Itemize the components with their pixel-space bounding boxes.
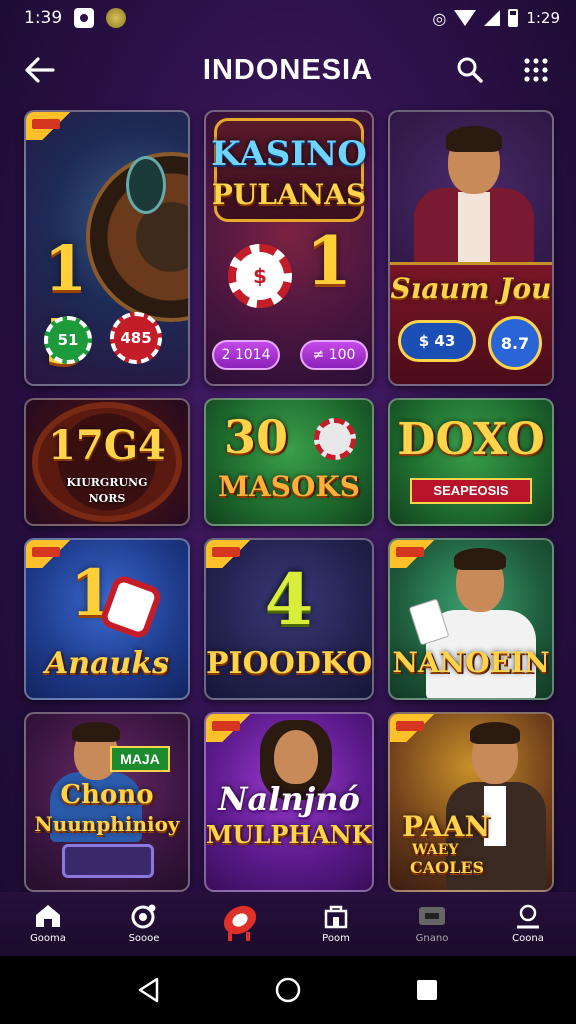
tile-title: Sıaum Jou xyxy=(390,272,552,305)
game-tile[interactable]: 1 Anauks xyxy=(24,538,190,700)
system-home-button[interactable] xyxy=(264,966,312,1014)
tile-subtitle: WAEY xyxy=(412,842,459,858)
profile-icon xyxy=(512,902,544,930)
home-icon xyxy=(32,902,64,930)
tile-title: Nalnjnó xyxy=(218,780,360,818)
status-bar: 1:39 ◎ 1:29 xyxy=(0,0,576,36)
tile-title: KASINO xyxy=(211,134,367,174)
roulette-icon xyxy=(220,902,260,942)
arrow-left-icon xyxy=(25,57,55,83)
game-tile[interactable]: 17G4 KIURGRUNG NORS xyxy=(24,398,190,526)
tile-subtitle: MULPHANK xyxy=(206,820,373,849)
system-recents-button[interactable] xyxy=(403,966,451,1014)
wallet-icon xyxy=(416,902,448,930)
nav-label: Gnano xyxy=(415,933,449,944)
blue-chip: 8.7 xyxy=(488,316,542,370)
bet-pill[interactable]: ≠ 100 xyxy=(300,340,368,370)
tile-big-number: 1 xyxy=(306,222,352,300)
tile-subtitle: KIURGRUNG xyxy=(66,476,148,489)
shop-icon xyxy=(320,902,352,930)
green-chip: 51 xyxy=(44,316,92,364)
tile-subtitle: PIOODKO xyxy=(206,646,373,681)
game-tile[interactable]: KASINO PULANAS $ 1 2 1014 ≠ 100 xyxy=(204,110,374,386)
nav-item-profile[interactable]: Coona xyxy=(488,902,568,944)
square-recents-icon xyxy=(416,980,437,1000)
bet-pill[interactable]: 2 1014 xyxy=(212,340,280,370)
red-chip: 485 xyxy=(110,312,162,364)
wifi-icon xyxy=(454,10,477,26)
game-tile[interactable]: 30 MASOKS xyxy=(204,398,374,526)
back-button[interactable] xyxy=(20,50,60,90)
battery-text: 1:29 xyxy=(526,9,560,27)
game-tile[interactable]: Nalnjnó MULPHANK xyxy=(204,712,374,892)
dealer-graphic xyxy=(404,122,544,288)
poker-chip-graphic xyxy=(314,418,356,460)
notification-icon xyxy=(74,8,95,28)
tile-subtitle: SEAPEOSIS xyxy=(433,483,509,498)
hot-badge xyxy=(26,112,72,140)
tile-subtitle: MASOKS xyxy=(218,470,360,503)
signal-icon xyxy=(484,10,501,26)
tile-subtitle: Anauks xyxy=(44,646,169,681)
status-time: 1:39 xyxy=(24,8,63,28)
game-tile[interactable]: MAJA Chono Nuunphinioy xyxy=(24,712,190,892)
tile-title: DOXO xyxy=(397,414,545,465)
hot-badge xyxy=(390,714,436,742)
nav-label: Poom xyxy=(322,933,350,944)
nav-item-wallet[interactable]: Gnano xyxy=(392,902,472,944)
nav-label: Soooe xyxy=(128,933,160,944)
search-button[interactable] xyxy=(450,50,490,90)
nav-item-roulette[interactable] xyxy=(200,902,280,945)
coin-notification-icon xyxy=(106,8,127,28)
tile-subtitle: PULANAS xyxy=(211,178,367,211)
system-nav-bar xyxy=(0,956,576,1024)
hot-badge xyxy=(26,540,72,568)
bottom-nav: Gooma Soooe Poom Gnano Coona xyxy=(0,892,576,956)
triangle-back-icon xyxy=(139,977,159,1003)
tile-subtitle: Nuunphinioy xyxy=(34,812,180,836)
grid-menu-icon xyxy=(524,58,548,82)
tile-title: Chono xyxy=(60,780,154,810)
nav-item-chips[interactable]: Soooe xyxy=(104,902,184,944)
badge-sign: MAJA xyxy=(110,746,170,772)
tile-subtitle-2: NORS xyxy=(88,492,126,505)
game-tile[interactable]: PAAN WAEY CAOLES xyxy=(388,712,554,892)
tile-title: NANOEIN xyxy=(392,646,550,679)
battery-icon xyxy=(508,9,519,27)
game-tile[interactable]: 4 PIOODKO xyxy=(204,538,374,700)
nav-label: Coona xyxy=(512,933,544,944)
nav-item-home[interactable]: Gooma xyxy=(8,902,88,944)
app-header: INDONESIA xyxy=(0,36,576,104)
nav-item-shop[interactable]: Poom xyxy=(296,902,376,944)
search-icon xyxy=(457,57,483,83)
game-tile[interactable]: DOXO SEAPEOSIS xyxy=(388,398,554,526)
blue-chip: $ 43 xyxy=(398,320,476,362)
tile-title: PAAN xyxy=(402,810,491,843)
game-grid: 1 5 51 485 KASINO PULANAS $ 1 2 1014 ≠ 1… xyxy=(24,110,554,892)
tile-title: 17G4 xyxy=(48,422,166,469)
game-tile[interactable]: NANOEIN xyxy=(388,538,554,700)
menu-grid-button[interactable] xyxy=(516,50,556,90)
game-tile[interactable]: Sıaum Jou $ 43 8.7 xyxy=(388,110,554,386)
game-tile[interactable]: 1 5 51 485 xyxy=(24,110,190,386)
tile-subtitle-2: CAOLES xyxy=(410,858,485,877)
alarm-icon: ◎ xyxy=(432,8,447,28)
chip-tray-graphic xyxy=(62,844,154,878)
chip-graphic xyxy=(126,156,166,214)
poker-chip-graphic: $ xyxy=(228,244,292,308)
nav-label: Gooma xyxy=(30,933,66,944)
system-back-button[interactable] xyxy=(125,966,173,1014)
circle-home-icon xyxy=(275,977,301,1003)
chip-icon xyxy=(128,902,160,930)
tile-big-number: 4 xyxy=(264,558,314,641)
